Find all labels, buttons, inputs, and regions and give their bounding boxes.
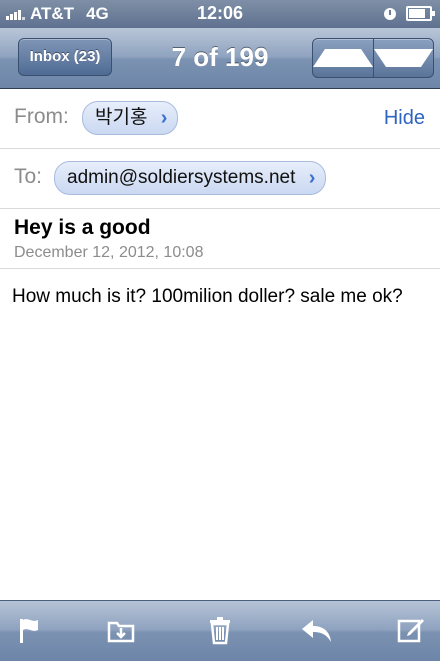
message-body: How much is it? 100milion doller? sale m… <box>12 286 403 307</box>
reply-icon <box>302 620 331 642</box>
bottom-toolbar <box>0 600 440 661</box>
compose-icon <box>397 619 424 643</box>
next-message-button[interactable] <box>372 39 433 77</box>
sender-name: 박기홍 <box>95 107 148 128</box>
hide-details-link[interactable]: Hide <box>384 107 425 130</box>
recipient-address: admin@soldiersystems.net <box>67 167 296 188</box>
arrow-up-icon <box>313 49 373 67</box>
status-bar: AT&T 4G 12:06 <box>0 0 440 28</box>
recipient-chip[interactable]: admin@soldiersystems.net › <box>54 161 327 195</box>
trash-icon <box>210 617 230 645</box>
reply-button[interactable] <box>300 615 331 645</box>
compose-button[interactable] <box>396 615 426 645</box>
to-label: To: <box>14 165 43 188</box>
sender-chip[interactable]: 박기홍 › <box>82 101 179 135</box>
navigation-bar: Inbox (23) 7 of 199 <box>0 28 440 89</box>
to-row: To: admin@soldiersystems.net › <box>0 149 440 209</box>
subject-row: Hey is a good December 12, 2012, 10:08 <box>0 209 440 269</box>
message-position-title: 7 of 199 <box>171 42 269 72</box>
message-navigation-segment <box>312 38 434 78</box>
move-folder-icon <box>107 621 135 643</box>
message-date: December 12, 2012, 10:08 <box>14 244 204 261</box>
chevron-right-icon: › <box>160 107 168 129</box>
move-button[interactable] <box>106 615 136 645</box>
flag-button[interactable] <box>14 615 44 645</box>
arrow-down-icon <box>373 49 433 67</box>
chevron-right-icon: › <box>308 167 316 189</box>
message-subject: Hey is a good <box>14 216 151 239</box>
from-row: From: 박기홍 › Hide <box>0 89 440 149</box>
inbox-back-label: Inbox (23) <box>29 48 101 65</box>
battery-icon <box>406 6 435 21</box>
previous-message-button[interactable] <box>313 39 373 77</box>
flag-icon <box>20 619 38 643</box>
delete-button[interactable] <box>205 615 235 645</box>
alarm-clock-icon <box>384 7 396 20</box>
inbox-back-button[interactable]: Inbox (23) <box>18 38 112 76</box>
status-time: 12:06 <box>196 3 244 23</box>
from-label: From: <box>14 105 69 128</box>
